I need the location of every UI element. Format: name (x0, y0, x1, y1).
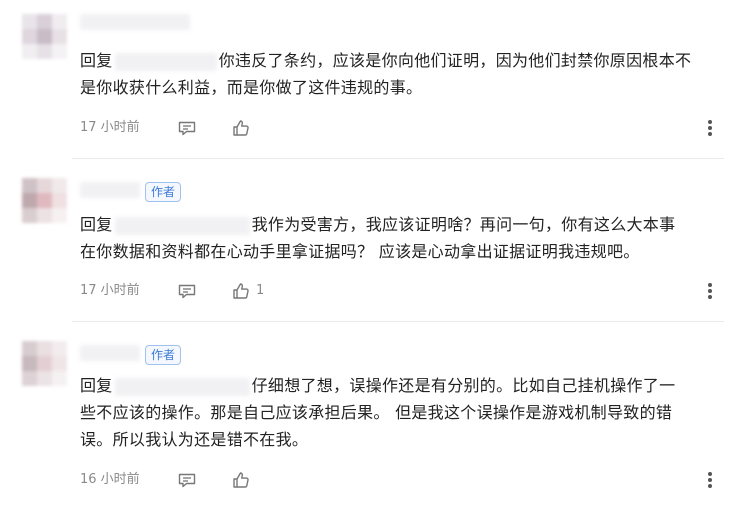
reply-prefix: 回复 (80, 215, 113, 234)
comment-line-3: 误。所以我认为还是错不在我。 (80, 430, 309, 449)
comment-text: 回复 你违反了条约，应该是你向他们证明，因为他们封禁你原因根本不 是你收获什么利益… (80, 47, 725, 101)
comment-line-2: 在你数据和资料都在心动手里拿证据吗？ 应该是心动拿出证据证明我违规吧。 (80, 242, 640, 261)
thumbs-up-icon[interactable] (231, 470, 251, 490)
avatar-pixel (37, 371, 52, 386)
timestamp: 17 小时前 (80, 120, 140, 135)
avatar-pixel (52, 208, 67, 223)
avatar-pixel (52, 14, 67, 29)
more-vertical-icon[interactable] (700, 118, 720, 138)
avatar-pixel (52, 371, 67, 386)
comment-text: 回复 我作为受害方，我应该证明啥？再问一句，你有这么大本事 在你数据和资料都在心动… (80, 211, 725, 265)
avatar-pixel (52, 178, 67, 193)
comment-line-1: 我作为受害方，我应该证明啥？再问一句，你有这么大本事 (251, 215, 676, 234)
reply-target-blurred[interactable] (114, 52, 217, 71)
reply-target-blurred[interactable] (114, 216, 250, 235)
username-blurred[interactable] (80, 14, 190, 30)
timestamp: 16 小时前 (80, 472, 140, 487)
avatar-pixel (22, 193, 37, 208)
avatar-pixel (37, 44, 52, 59)
avatar[interactable] (22, 341, 68, 387)
avatar-pixel (52, 341, 67, 356)
author-badge: 作者 (145, 182, 182, 202)
divider (72, 158, 724, 159)
more-vertical-icon[interactable] (700, 470, 720, 490)
reply-prefix: 回复 (80, 376, 113, 395)
avatar-pixel (37, 193, 52, 208)
divider (72, 321, 724, 322)
avatar-pixel (22, 356, 37, 371)
avatar-pixel (37, 29, 52, 44)
reply-prefix: 回复 (80, 51, 113, 70)
more-vertical-icon[interactable] (700, 281, 720, 301)
avatar-pixel (52, 29, 67, 44)
avatar-pixel (52, 44, 67, 59)
comment-icon[interactable] (177, 118, 197, 138)
avatar[interactable] (22, 14, 68, 60)
avatar-pixel (52, 193, 67, 208)
username-blurred[interactable] (80, 182, 140, 198)
avatar-pixel (22, 208, 37, 223)
like-count: 1 (256, 283, 265, 298)
comment-line-2: 些不应该的操作。那是自己应该承担后果。 但是我这个误操作是游戏机制导致的错 (80, 403, 673, 422)
comment-icon[interactable] (177, 470, 197, 490)
comment-line-1: 仔细想了想，误操作还是有分别的。比如自己挂机操作了一 (251, 376, 676, 395)
avatar-pixel (37, 14, 52, 29)
thumbs-up-icon[interactable] (231, 118, 251, 138)
avatar-pixel (22, 371, 37, 386)
avatar-pixel (37, 341, 52, 356)
comment-line-2: 是你收获什么利益，而是你做了这件违规的事。 (80, 78, 423, 97)
avatar-pixel (22, 341, 37, 356)
avatar-pixel (37, 208, 52, 223)
thumbs-up-icon[interactable] (231, 281, 251, 301)
avatar-pixel (37, 356, 52, 371)
comment-icon[interactable] (177, 281, 197, 301)
avatar[interactable] (22, 178, 68, 224)
avatar-pixel (22, 14, 37, 29)
reply-target-blurred[interactable] (114, 377, 250, 396)
avatar-pixel (22, 44, 37, 59)
comment-text: 回复 仔细想了想，误操作还是有分别的。比如自己挂机操作了一 些不应该的操作。那是自… (80, 372, 725, 453)
author-badge: 作者 (145, 345, 182, 365)
avatar-pixel (22, 178, 37, 193)
timestamp: 17 小时前 (80, 283, 140, 298)
username-blurred[interactable] (80, 345, 140, 361)
avatar-pixel (22, 29, 37, 44)
comment-line-1: 你违反了条约，应该是你向他们证明，因为他们封禁你原因根本不 (218, 51, 692, 70)
avatar-pixel (37, 178, 52, 193)
avatar-pixel (52, 356, 67, 371)
